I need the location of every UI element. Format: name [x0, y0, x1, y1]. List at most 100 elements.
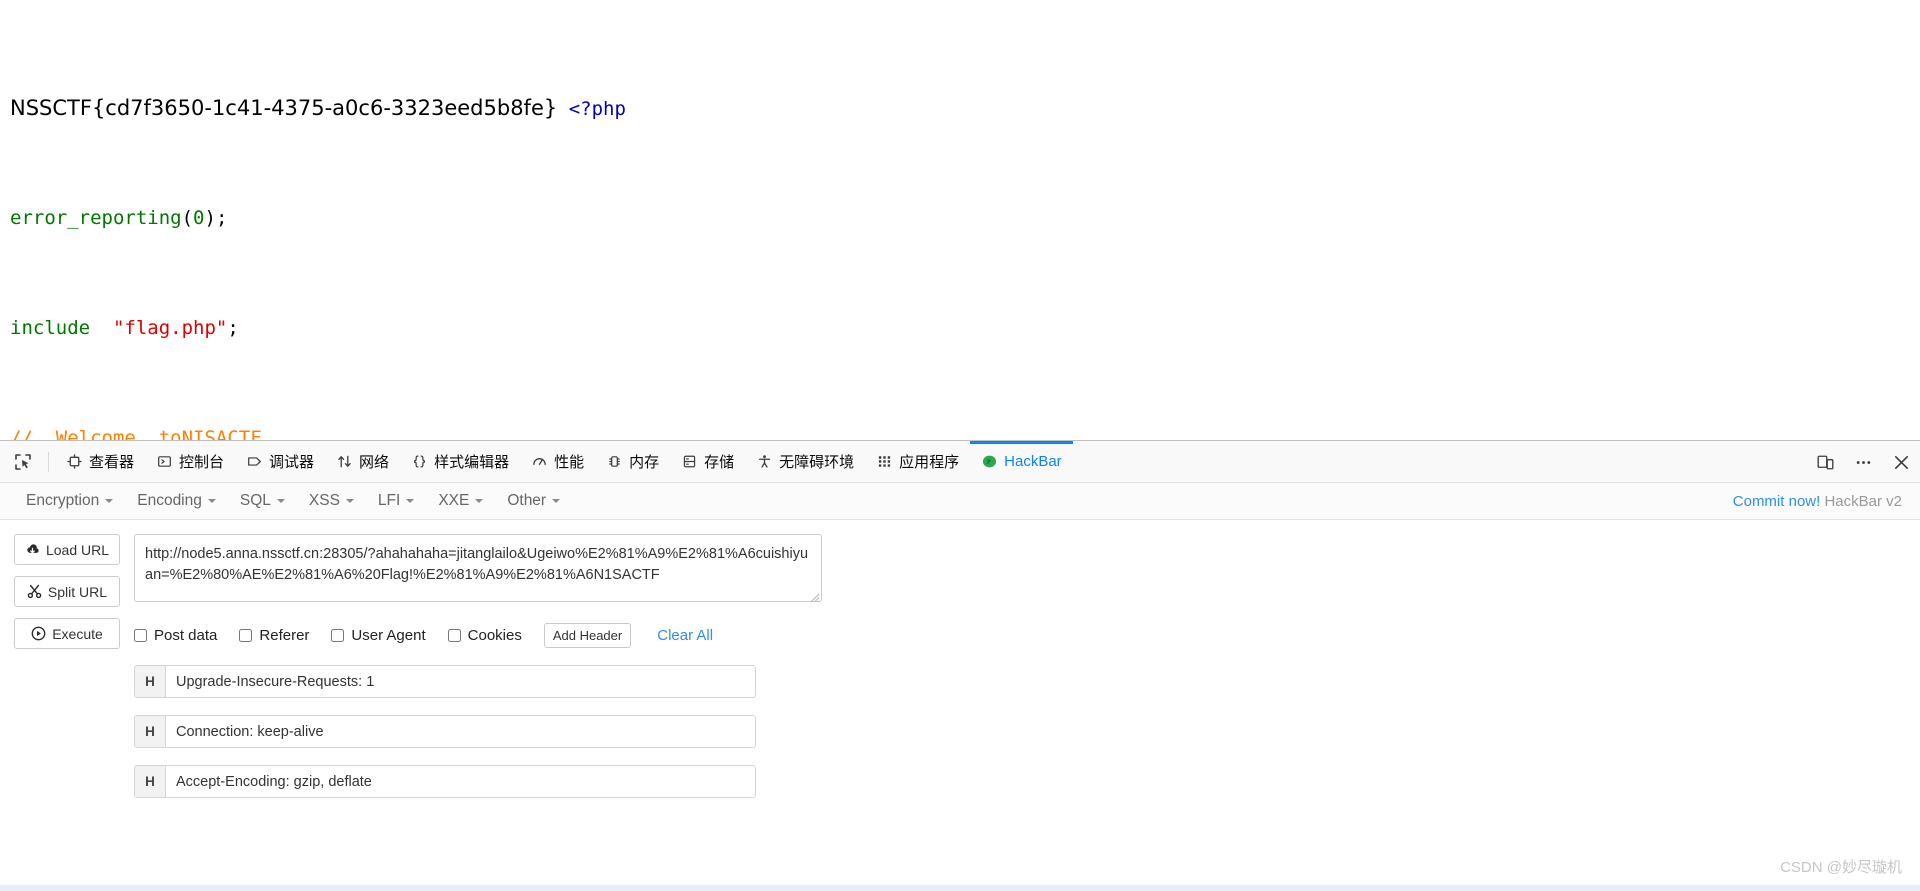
- tab-style-editor[interactable]: 样式编辑器: [400, 441, 520, 483]
- clear-all-link[interactable]: Clear All: [657, 627, 713, 644]
- menu-xss[interactable]: XSS: [297, 488, 366, 514]
- style-editor-icon: [411, 453, 428, 470]
- tab-label: 控制台: [179, 454, 225, 471]
- option-label: Cookies: [467, 626, 522, 644]
- menu-label: LFI: [377, 492, 401, 509]
- load-url-button[interactable]: Load URL: [14, 534, 120, 565]
- scissors-icon: [27, 584, 42, 599]
- option-post-data[interactable]: Post data: [134, 627, 217, 644]
- menu-other[interactable]: Other: [495, 488, 572, 514]
- token-keyword: include: [10, 316, 91, 339]
- chevron-down-icon: [345, 499, 354, 503]
- header-row: H: [134, 765, 756, 798]
- tab-inspector[interactable]: 查看器: [55, 441, 145, 483]
- tab-label: 性能: [554, 454, 585, 471]
- referer-checkbox[interactable]: [239, 628, 253, 642]
- tab-label: 无障碍环境: [779, 454, 855, 471]
- php-source-code: NSSCTF{cd7f3650-1c41-4375-a0c6-3323eed5b…: [0, 0, 1920, 441]
- code-line-include: include "flag.php";: [10, 315, 1920, 343]
- chevron-down-icon: [207, 499, 216, 503]
- option-referer[interactable]: Referer: [239, 627, 309, 644]
- node-picker-icon[interactable]: [6, 447, 40, 477]
- hackbar-action-buttons: Load URL Split URL Execute: [14, 534, 120, 815]
- tab-label: 调试器: [269, 454, 315, 471]
- network-icon: [336, 453, 353, 470]
- hackbar-body: Load URL Split URL Execute http://node5.…: [0, 520, 1920, 815]
- token-punct: );: [204, 206, 228, 229]
- cookies-checkbox[interactable]: [447, 628, 461, 642]
- tab-label: 内存: [629, 454, 660, 471]
- tab-storage[interactable]: 存储: [670, 441, 745, 483]
- tab-memory[interactable]: 内存: [595, 441, 670, 483]
- accessibility-icon: [756, 453, 773, 470]
- post-data-checkbox[interactable]: [134, 628, 147, 642]
- split-url-button[interactable]: Split URL: [14, 576, 120, 607]
- menu-encoding[interactable]: Encoding: [125, 488, 228, 514]
- devtools-panel: 查看器 控制台 调试器 网络 样式编辑器 性能 内存 存储 无障碍环境 应用程序…: [0, 440, 1920, 891]
- code-line-flag: NSSCTF{cd7f3650-1c41-4375-a0c6-3323eed5b…: [10, 95, 1920, 123]
- tab-accessibility[interactable]: 无障碍环境: [745, 441, 865, 483]
- hackbar-version-label: HackBar v2: [1824, 492, 1902, 510]
- hackbar-version-info: Commit now! HackBar v2: [1733, 493, 1902, 510]
- button-label: Split URL: [47, 583, 108, 600]
- menu-label: Encryption: [26, 492, 100, 509]
- chevron-down-icon: [475, 499, 484, 503]
- tab-application[interactable]: 应用程序: [865, 441, 970, 483]
- option-label: Post data: [154, 626, 218, 644]
- url-textarea-wrapper: [134, 534, 822, 603]
- option-cookies[interactable]: Cookies: [447, 626, 522, 644]
- user-agent-checkbox[interactable]: [331, 628, 345, 642]
- chevron-down-icon: [105, 499, 114, 503]
- option-label: User Agent: [351, 626, 426, 644]
- application-icon: [876, 453, 893, 470]
- devtools-toolbar-actions: [1814, 441, 1912, 483]
- menu-encryption[interactable]: Encryption: [14, 488, 125, 514]
- menu-lfi[interactable]: LFI: [366, 488, 426, 514]
- toolbar-divider: [48, 451, 49, 472]
- add-header-button[interactable]: Add Header: [543, 622, 632, 648]
- header-badge: H: [135, 716, 166, 747]
- php-open-tag: <?php: [568, 97, 626, 120]
- commit-now-link[interactable]: Commit now!: [1733, 493, 1821, 510]
- token-punct: ;: [227, 316, 239, 339]
- request-options-row: Post data Referer User Agent Cookies Add…: [134, 622, 1906, 648]
- code-line-error-reporting: error_reporting(0);: [10, 205, 1920, 233]
- token-number: 0: [193, 206, 205, 229]
- header-value-input[interactable]: [166, 666, 755, 697]
- tab-hackbar[interactable]: HackBar: [970, 441, 1073, 483]
- devtools-toolbar: 查看器 控制台 调试器 网络 样式编辑器 性能 内存 存储 无障碍环境 应用程序…: [0, 441, 1920, 483]
- responsive-design-mode-icon[interactable]: [1814, 451, 1836, 473]
- header-value-input[interactable]: [166, 766, 755, 797]
- chevron-down-icon: [552, 499, 561, 503]
- header-value-input[interactable]: [166, 716, 755, 747]
- menu-label: Encoding: [137, 492, 202, 509]
- token-punct: (: [181, 206, 194, 229]
- tab-network[interactable]: 网络: [325, 441, 400, 483]
- menu-xxe[interactable]: XXE: [426, 488, 495, 514]
- url-input[interactable]: [134, 534, 822, 602]
- close-icon[interactable]: [1890, 451, 1912, 473]
- more-options-icon[interactable]: [1852, 451, 1874, 473]
- csdn-watermark: CSDN @妙尽璇机: [1780, 859, 1902, 876]
- option-user-agent[interactable]: User Agent: [331, 626, 426, 644]
- play-circle-icon: [31, 626, 46, 641]
- execute-button[interactable]: Execute: [14, 618, 120, 649]
- tab-label: 存储: [704, 454, 735, 471]
- chevron-down-icon: [406, 499, 415, 503]
- tab-label: 应用程序: [899, 454, 960, 471]
- button-label: Load URL: [45, 541, 110, 558]
- tab-label: 网络: [359, 454, 390, 471]
- header-row: H: [134, 665, 756, 698]
- memory-icon: [606, 453, 623, 470]
- tab-debugger[interactable]: 调试器: [235, 441, 325, 483]
- menu-label: SQL: [239, 492, 271, 509]
- performance-icon: [531, 453, 548, 470]
- tab-performance[interactable]: 性能: [520, 441, 595, 483]
- tab-console[interactable]: 控制台: [145, 441, 235, 483]
- php-source-page: NSSCTF{cd7f3650-1c41-4375-a0c6-3323eed5b…: [0, 0, 1920, 440]
- storage-icon: [681, 453, 698, 470]
- bottom-strip: [0, 885, 1920, 891]
- menu-label: Other: [507, 492, 547, 509]
- token-function: error_reporting: [10, 206, 182, 229]
- menu-sql[interactable]: SQL: [228, 488, 297, 514]
